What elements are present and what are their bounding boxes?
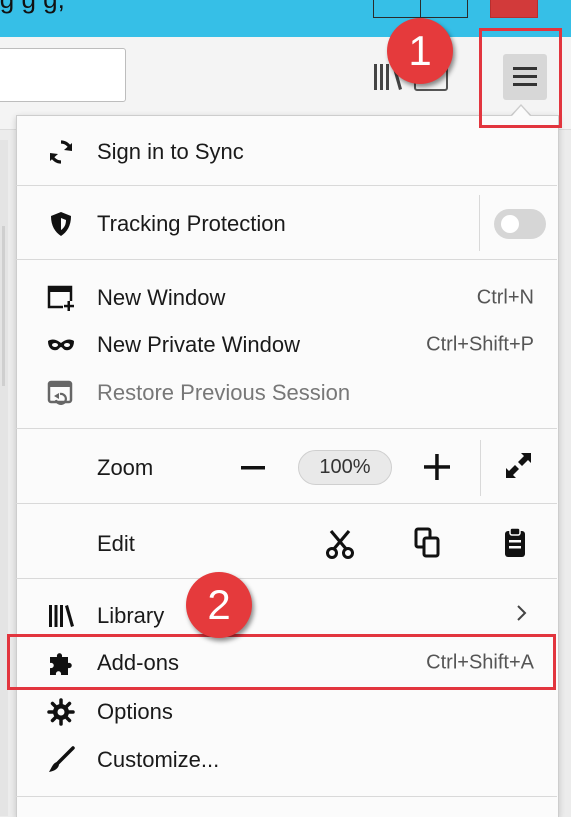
- paste-button[interactable]: [500, 526, 530, 558]
- zoom-in-button[interactable]: [422, 452, 452, 482]
- window-title: ig g g,: [0, 0, 65, 15]
- new-window-shortcut: Ctrl+N: [476, 286, 534, 309]
- chevron-right-icon: [515, 603, 529, 623]
- zoom-reset-button[interactable]: 100%: [298, 450, 392, 485]
- restore-session-label: Restore Previous Session: [97, 380, 351, 405]
- minimize-button[interactable]: [373, 0, 421, 18]
- highlight-add-ons: [7, 634, 556, 690]
- menu-item-sync[interactable]: Sign in to Sync: [17, 130, 556, 174]
- menu-item-customize[interactable]: Customize...: [17, 738, 556, 782]
- separator: [16, 259, 557, 260]
- mask-icon: [47, 331, 75, 359]
- menu-item-new-private-window[interactable]: New Private Window Ctrl+Shift+P: [17, 323, 556, 367]
- tracking-protection-toggle[interactable]: [494, 209, 546, 239]
- options-label: Options: [97, 699, 173, 724]
- sync-icon: [47, 138, 75, 166]
- shield-icon: [47, 210, 75, 238]
- step-1-badge: 1: [387, 18, 453, 84]
- zoom-label: Zoom: [97, 455, 154, 480]
- sync-label: Sign in to Sync: [97, 139, 244, 164]
- copy-icon: [414, 527, 440, 558]
- separator: [16, 796, 557, 797]
- menu-item-edit: Edit: [17, 522, 556, 566]
- menu-item-restore-session[interactable]: Restore Previous Session: [17, 371, 556, 415]
- separator: [16, 578, 557, 579]
- menu-item-tracking-protection[interactable]: Tracking Protection: [17, 202, 556, 246]
- gear-icon: [47, 698, 75, 726]
- new-window-icon: [47, 284, 75, 312]
- zoom-out-button[interactable]: [241, 447, 265, 489]
- separator: [16, 428, 557, 429]
- new-private-window-shortcut: Ctrl+Shift+P: [426, 333, 534, 356]
- minus-icon: [241, 466, 265, 470]
- step-2-badge: 2: [186, 572, 252, 638]
- edit-label: Edit: [97, 531, 135, 556]
- library-label: Library: [97, 603, 165, 628]
- menu-item-new-window[interactable]: New Window Ctrl+N: [17, 276, 556, 320]
- url-bar[interactable]: [0, 48, 126, 102]
- cut-button[interactable]: [325, 528, 355, 560]
- copy-button[interactable]: [413, 527, 443, 559]
- fullscreen-icon: [506, 453, 531, 478]
- fullscreen-button[interactable]: [503, 450, 533, 480]
- separator: [16, 185, 557, 186]
- menu-item-options[interactable]: Options: [17, 690, 556, 734]
- library-icon: [47, 602, 75, 630]
- tracking-protection-label: Tracking Protection: [97, 211, 286, 236]
- page-edge: [0, 140, 8, 816]
- plus-icon: [424, 454, 450, 480]
- menu-item-library[interactable]: Library: [17, 594, 556, 638]
- customize-label: Customize...: [97, 747, 220, 772]
- clipboard-icon: [505, 527, 525, 557]
- brush-icon: [47, 746, 75, 774]
- restore-session-icon: [47, 379, 75, 407]
- separator: [16, 503, 557, 504]
- new-private-window-label: New Private Window: [97, 332, 300, 357]
- maximize-button[interactable]: [420, 0, 468, 18]
- close-window-button[interactable]: [490, 0, 538, 18]
- highlight-menu-button: [479, 28, 562, 128]
- new-window-label: New Window: [97, 285, 226, 310]
- scissors-icon: [326, 529, 354, 559]
- menu-item-zoom: Zoom: [17, 446, 556, 490]
